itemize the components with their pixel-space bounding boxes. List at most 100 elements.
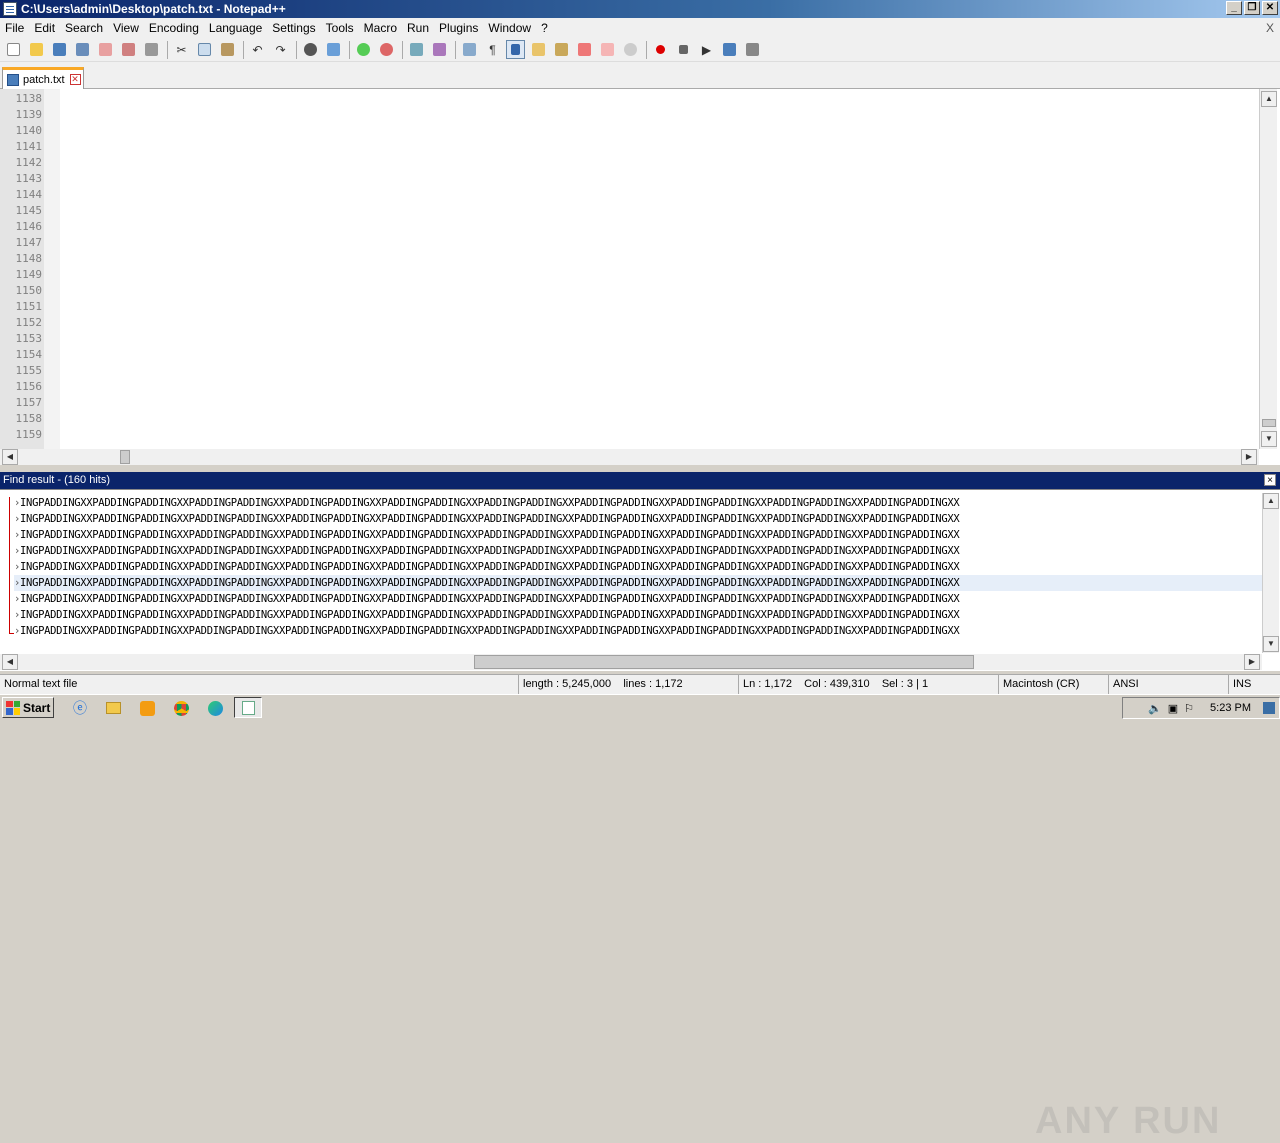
find-result-text: INGPADDINGXXPADDINGPADDINGXXPADDINGPADDI…: [20, 513, 960, 525]
indent-guide-icon[interactable]: [506, 40, 525, 59]
scroll-right-icon[interactable]: ▶: [1241, 449, 1257, 465]
replace-icon[interactable]: [324, 40, 343, 59]
start-button[interactable]: Start: [2, 697, 54, 718]
find-result-text: INGPADDINGXXPADDINGPADDINGXXPADDINGPADDI…: [20, 609, 960, 621]
play-macro-icon[interactable]: ▶: [697, 40, 716, 59]
internet-explorer-icon[interactable]: ⓔ: [70, 698, 90, 718]
close-find-result-button[interactable]: ×: [1264, 474, 1276, 486]
menu-tools[interactable]: Tools: [321, 18, 359, 38]
menu-encoding[interactable]: Encoding: [144, 18, 204, 38]
menu-settings[interactable]: Settings: [267, 18, 320, 38]
text-area[interactable]: [60, 89, 1258, 449]
chrome-icon[interactable]: [171, 698, 191, 718]
scroll-right-icon[interactable]: ▶: [1244, 654, 1260, 670]
media-player-icon[interactable]: [137, 698, 157, 718]
monitoring-icon[interactable]: [598, 40, 617, 59]
close-window-button[interactable]: ✕: [1262, 1, 1278, 15]
show-desktop-icon[interactable]: [1263, 702, 1275, 714]
scroll-down-icon[interactable]: ▼: [1261, 431, 1277, 447]
close-all-icon[interactable]: [119, 40, 138, 59]
menu-plugins[interactable]: Plugins: [434, 18, 483, 38]
find-result-row[interactable]: ›INGPADDINGXXPADDINGPADDINGXXPADDINGPADD…: [14, 591, 1262, 607]
minimize-button[interactable]: _: [1226, 1, 1242, 15]
eye-icon[interactable]: [621, 40, 640, 59]
find-result-row[interactable]: ›INGPADDINGXXPADDINGPADDINGXXPADDINGPADD…: [14, 527, 1262, 543]
menu-search[interactable]: Search: [60, 18, 108, 38]
line-number: 1157: [15, 396, 43, 409]
find-result-panel[interactable]: ›INGPADDINGXXPADDINGPADDINGXXPADDINGPADD…: [0, 489, 1280, 1142]
restore-button[interactable]: ❐: [1244, 1, 1260, 15]
menu-edit[interactable]: Edit: [29, 18, 60, 38]
line-number: 1149: [15, 268, 43, 281]
find-result-header: Find result - (160 hits) ×: [0, 472, 1280, 489]
folder-workspace-icon[interactable]: [575, 40, 594, 59]
scroll-left-icon[interactable]: ◀: [2, 449, 18, 465]
menu-view[interactable]: View: [108, 18, 144, 38]
close-icon[interactable]: [96, 40, 115, 59]
print-icon[interactable]: [142, 40, 161, 59]
network-icon[interactable]: ▣: [1168, 702, 1178, 715]
redo-icon[interactable]: ↷: [271, 40, 290, 59]
find-result-row[interactable]: ›INGPADDINGXXPADDINGPADDINGXXPADDINGPADD…: [14, 559, 1262, 575]
clock[interactable]: 5:23 PM: [1210, 702, 1251, 714]
menu-language[interactable]: Language: [204, 18, 267, 38]
record-macro-icon[interactable]: [651, 40, 670, 59]
find-result-row[interactable]: ›INGPADDINGXXPADDINGPADDINGXXPADDINGPADD…: [14, 495, 1262, 511]
find-horizontal-scrollbar[interactable]: ◀ ▶: [0, 654, 1262, 670]
close-tab-icon[interactable]: ✕: [69, 74, 81, 85]
copy-icon[interactable]: [195, 40, 214, 59]
tab-patch-txt[interactable]: patch.txt ✕: [2, 67, 84, 89]
find-icon[interactable]: [301, 40, 320, 59]
sync-horizontal-icon[interactable]: [430, 40, 449, 59]
file-explorer-icon[interactable]: [103, 698, 123, 718]
notepadpp-taskbar-button[interactable]: [234, 697, 262, 718]
scroll-down-icon[interactable]: ▼: [1263, 636, 1279, 652]
save-icon[interactable]: [50, 40, 69, 59]
menu-help[interactable]: ?: [536, 18, 553, 38]
menu-window[interactable]: Window: [483, 18, 536, 38]
paste-icon[interactable]: [218, 40, 237, 59]
find-hscroll-thumb[interactable]: [474, 655, 974, 669]
find-result-row[interactable]: ›INGPADDINGXXPADDINGPADDINGXXPADDINGPADD…: [14, 511, 1262, 527]
menu-file[interactable]: File: [0, 18, 29, 38]
zoom-in-icon[interactable]: [354, 40, 373, 59]
stop-record-icon[interactable]: [674, 40, 693, 59]
scroll-up-icon[interactable]: ▲: [1263, 493, 1279, 509]
scroll-left-icon[interactable]: ◀: [2, 654, 18, 670]
sync-vertical-icon[interactable]: [407, 40, 426, 59]
undo-icon[interactable]: ↶: [248, 40, 267, 59]
editor-scroll-thumb[interactable]: [1262, 419, 1276, 427]
find-result-row[interactable]: ›INGPADDINGXXPADDINGPADDINGXXPADDINGPADD…: [14, 543, 1262, 559]
cut-icon[interactable]: ✂: [172, 40, 191, 59]
word-wrap-icon[interactable]: [460, 40, 479, 59]
find-result-row-selected[interactable]: ›INGPADDINGXXPADDINGPADDINGXXPADDINGPADD…: [14, 575, 1262, 591]
show-all-chars-icon[interactable]: ¶: [483, 40, 502, 59]
save-macro-icon[interactable]: [743, 40, 762, 59]
edge-icon[interactable]: [205, 698, 225, 718]
new-file-icon[interactable]: [4, 40, 23, 59]
scroll-up-icon[interactable]: ▲: [1261, 91, 1277, 107]
close-document-button[interactable]: X: [1266, 18, 1274, 38]
run-macro-multiple-icon[interactable]: [720, 40, 739, 59]
taskbar: Start ⓔ 🔈 ▣ ⚐ 5:23 PM: [0, 694, 1280, 720]
find-vertical-scrollbar[interactable]: ▲ ▼: [1262, 493, 1279, 653]
editor-hscroll-thumb[interactable]: [120, 450, 130, 464]
line-number: 1145: [15, 204, 43, 217]
open-file-icon[interactable]: [27, 40, 46, 59]
function-list-icon[interactable]: [552, 40, 571, 59]
doc-map-icon[interactable]: [529, 40, 548, 59]
menu-macro[interactable]: Macro: [359, 18, 402, 38]
save-all-icon[interactable]: [73, 40, 92, 59]
status-eol[interactable]: Macintosh (CR): [998, 675, 1108, 694]
action-center-flag-icon[interactable]: ⚐: [1184, 702, 1194, 715]
window-title: C:\Users\admin\Desktop\patch.txt - Notep…: [21, 2, 286, 16]
status-encoding[interactable]: ANSI: [1108, 675, 1228, 694]
find-result-row[interactable]: ›INGPADDINGXXPADDINGPADDINGXXPADDINGPADD…: [14, 623, 1262, 639]
editor-vertical-scrollbar[interactable]: ▲ ▼: [1259, 89, 1277, 449]
editor-pane[interactable]: 1138 1139 1140 1141 1142 1143 1144 1145 1146 1147…: [0, 89, 1280, 465]
menu-run[interactable]: Run: [402, 18, 434, 38]
volume-icon[interactable]: 🔈: [1148, 702, 1162, 715]
editor-horizontal-scrollbar[interactable]: ◀ ▶: [0, 449, 1259, 465]
zoom-out-icon[interactable]: [377, 40, 396, 59]
find-result-row[interactable]: ›INGPADDINGXXPADDINGPADDINGXXPADDINGPADD…: [14, 607, 1262, 623]
